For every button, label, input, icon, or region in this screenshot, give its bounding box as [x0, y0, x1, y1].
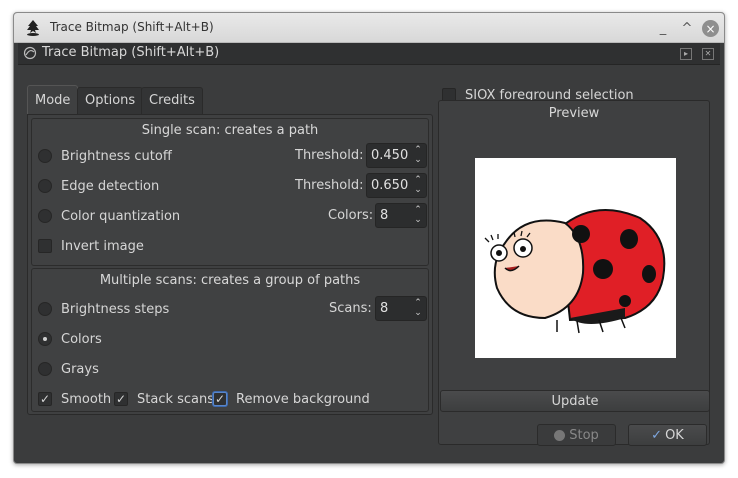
single-scan-title: Single scan: creates a path — [141, 123, 319, 138]
quantization-colors-value[interactable]: 8 — [380, 208, 388, 223]
colors-label: Colors — [61, 331, 102, 347]
preview-title: Preview — [548, 106, 600, 121]
color-quantization-radio[interactable] — [38, 209, 52, 223]
edge-detection-radio[interactable] — [38, 179, 52, 193]
close-button[interactable]: × — [702, 20, 719, 37]
smooth-option[interactable]: ✓ Smooth — [38, 389, 111, 409]
dock-close-icon[interactable]: ✕ — [702, 48, 714, 60]
smooth-label: Smooth — [61, 391, 112, 407]
quantization-colors-label: Colors: — [328, 208, 374, 223]
multiple-scans-group: Multiple scans: creates a group of paths… — [31, 268, 429, 412]
remove-background-checkbox[interactable]: ✓ — [213, 392, 227, 406]
stack-scans-option[interactable]: ✓ Stack scans — [114, 389, 214, 409]
maximize-button[interactable]: ^ — [678, 19, 696, 37]
stack-scans-label: Stack scans — [137, 391, 215, 407]
spinner-arrows-icon[interactable]: ⌃ ⌄ — [412, 145, 424, 166]
invert-image-label: Invert image — [61, 238, 144, 254]
update-button[interactable]: Update — [440, 390, 710, 412]
brightness-threshold-label: Threshold: — [295, 148, 364, 163]
colors-radio[interactable] — [38, 332, 52, 346]
ok-button[interactable]: ✓ OK — [628, 424, 707, 446]
inkscape-app-icon — [27, 20, 39, 36]
preview-canvas — [475, 158, 676, 358]
scans-spinner[interactable]: 8 ⌃ ⌄ — [375, 296, 427, 321]
stop-button[interactable]: Stop — [537, 424, 616, 446]
brightness-steps-label: Brightness steps — [61, 301, 170, 317]
ladybug-preview-image — [484, 209, 666, 334]
stop-label: Stop — [569, 427, 599, 443]
check-icon: ✓ — [651, 427, 663, 443]
grays-option[interactable]: Grays — [38, 359, 99, 379]
single-scan-group: Single scan: creates a path Brightness c… — [31, 118, 429, 266]
ok-label: OK — [665, 427, 684, 443]
dock-header: Trace Bitmap (Shift+Alt+B) ▸ ✕ — [18, 43, 720, 65]
edge-threshold-spinner[interactable]: 0.650 ⌃ ⌄ — [366, 173, 427, 198]
grays-radio[interactable] — [38, 362, 52, 376]
minimize-button[interactable]: _ — [654, 19, 672, 37]
spinner-arrows-icon[interactable]: ⌃ ⌄ — [412, 175, 424, 196]
preview-frame: Preview Update — [438, 100, 710, 445]
color-quantization-option[interactable]: Color quantization — [38, 206, 180, 226]
edge-detection-option[interactable]: Edge detection — [38, 176, 159, 196]
multiple-scans-title: Multiple scans: creates a group of paths — [99, 273, 361, 288]
brightness-steps-radio[interactable] — [38, 302, 52, 316]
dock-title: Trace Bitmap (Shift+Alt+B) — [42, 45, 220, 60]
scans-label: Scans: — [329, 301, 372, 316]
brightness-cutoff-option[interactable]: Brightness cutoff — [38, 146, 172, 166]
trace-bitmap-icon — [23, 46, 37, 60]
dock-float-icon[interactable]: ▸ — [680, 48, 692, 60]
invert-image-checkbox[interactable] — [38, 239, 52, 253]
edge-detection-label: Edge detection — [61, 178, 160, 194]
brightness-threshold-value[interactable]: 0.450 — [371, 148, 408, 163]
brightness-threshold-spinner[interactable]: 0.450 ⌃ ⌄ — [366, 143, 427, 168]
tab-mode[interactable]: Mode — [27, 85, 79, 115]
brightness-cutoff-label: Brightness cutoff — [61, 148, 172, 164]
spinner-arrows-icon[interactable]: ⌃ ⌄ — [412, 298, 424, 319]
smooth-checkbox[interactable]: ✓ — [38, 392, 52, 406]
window-title: Trace Bitmap (Shift+Alt+B) — [50, 20, 214, 34]
mode-panel: Single scan: creates a path Brightness c… — [27, 114, 433, 415]
stop-icon — [554, 429, 566, 441]
colors-option[interactable]: Colors — [38, 329, 102, 349]
spinner-arrows-icon[interactable]: ⌃ ⌄ — [412, 205, 424, 226]
window-titlebar[interactable]: Trace Bitmap (Shift+Alt+B) _ ^ × — [14, 13, 724, 43]
tab-options[interactable]: Options — [77, 87, 144, 114]
grays-label: Grays — [61, 361, 99, 377]
remove-background-label: Remove background — [236, 391, 370, 407]
edge-threshold-value[interactable]: 0.650 — [371, 178, 408, 193]
brightness-steps-option[interactable]: Brightness steps — [38, 299, 169, 319]
remove-background-option[interactable]: ✓ Remove background — [213, 389, 370, 409]
trace-bitmap-window: Trace Bitmap (Shift+Alt+B) _ ^ × Trace B… — [13, 12, 725, 464]
edge-threshold-label: Threshold: — [295, 178, 364, 193]
color-quantization-label: Color quantization — [61, 208, 181, 224]
stack-scans-checkbox[interactable]: ✓ — [114, 392, 128, 406]
quantization-colors-spinner[interactable]: 8 ⌃ ⌄ — [375, 203, 427, 228]
tab-credits[interactable]: Credits — [141, 87, 203, 114]
invert-image-option[interactable]: Invert image — [38, 236, 144, 256]
brightness-cutoff-radio[interactable] — [38, 149, 52, 163]
scans-value[interactable]: 8 — [380, 301, 388, 316]
